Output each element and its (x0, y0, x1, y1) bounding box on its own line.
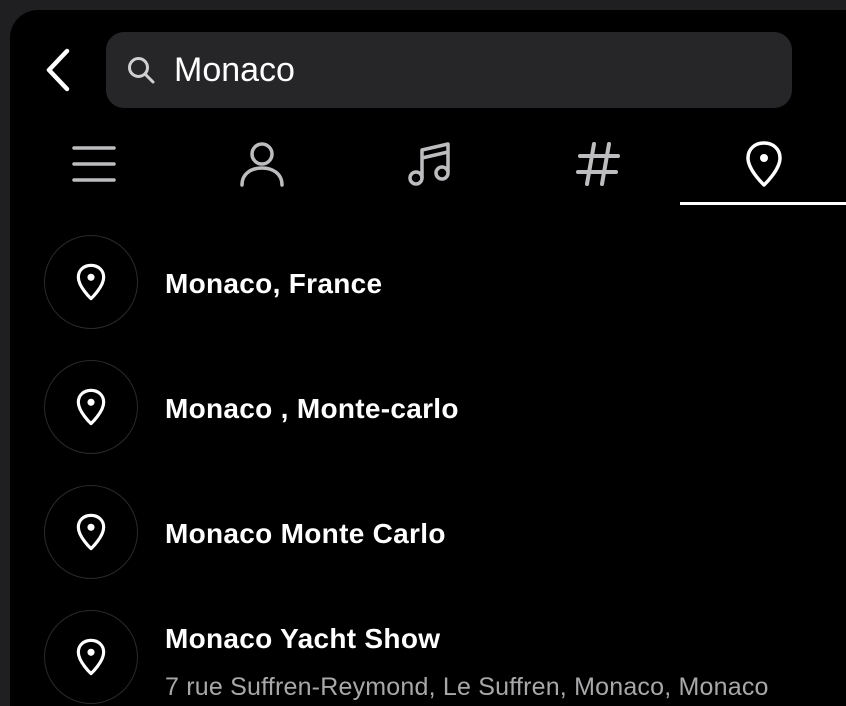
list-item[interactable]: Monaco Yacht Show 7 rue Suffren-Reymond,… (10, 601, 846, 706)
music-note-icon (408, 142, 450, 186)
location-pin-icon (76, 638, 106, 676)
result-address: 7 rue Suffren-Reymond, Le Suffren, Monac… (165, 673, 769, 701)
back-button[interactable] (38, 48, 78, 92)
tab-audio[interactable] (346, 120, 514, 208)
search-category-tabs (10, 120, 846, 208)
location-pin-icon (76, 513, 106, 551)
search-bar[interactable] (106, 32, 792, 108)
list-item[interactable]: Monaco , Monte-carlo (10, 351, 846, 467)
tab-top[interactable] (10, 120, 178, 208)
place-avatar (44, 485, 138, 579)
location-pin-icon (76, 263, 106, 301)
location-pin-icon (76, 388, 106, 426)
active-tab-indicator (680, 202, 846, 205)
search-icon (128, 57, 155, 84)
result-title: Monaco Monte Carlo (165, 518, 446, 549)
place-avatar (44, 610, 138, 704)
result-title: Monaco, France (165, 268, 383, 299)
list-item[interactable]: Monaco Monte Carlo (10, 476, 846, 592)
tab-tags[interactable] (514, 120, 682, 208)
hashtag-icon (576, 142, 620, 186)
result-title: Monaco Yacht Show (165, 623, 441, 654)
place-avatar (44, 235, 138, 329)
place-avatar (44, 360, 138, 454)
menu-icon (72, 146, 116, 182)
tab-accounts[interactable] (178, 120, 346, 208)
location-pin-icon (746, 141, 782, 187)
tab-places[interactable] (680, 120, 846, 208)
result-title: Monaco , Monte-carlo (165, 393, 459, 424)
list-item[interactable]: Monaco, France (10, 226, 846, 342)
search-input[interactable] (174, 32, 774, 108)
person-icon (240, 142, 284, 187)
app-frame: Monaco, France Monaco , Monte-carlo Mona… (10, 10, 846, 706)
chevron-left-icon (46, 48, 70, 92)
